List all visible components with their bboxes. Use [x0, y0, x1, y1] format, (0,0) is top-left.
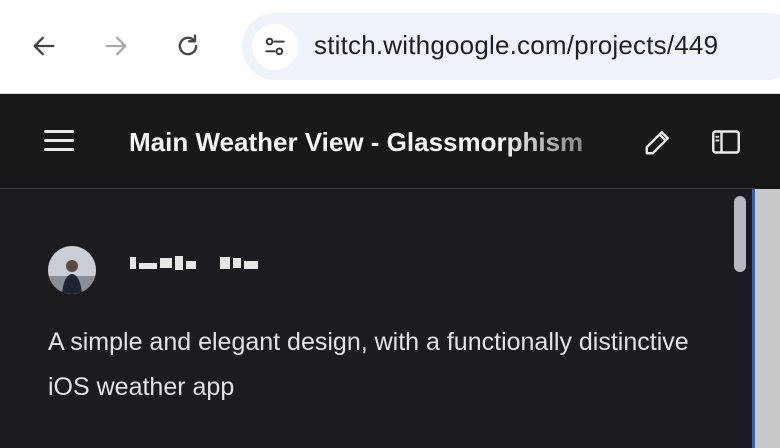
- page-title: Main Weather View - Glassmorphism: [129, 127, 584, 157]
- menu-button[interactable]: [40, 124, 80, 158]
- scrollbar-thumb[interactable]: [734, 196, 746, 272]
- edit-button[interactable]: [640, 124, 676, 160]
- url-text[interactable]: stitch.withgoogle.com/projects/449: [314, 30, 718, 61]
- reload-icon: [178, 34, 198, 56]
- app-header: Main Weather View - Glassmorphism: [0, 94, 780, 189]
- redaction-block: [244, 261, 258, 269]
- redaction-block: [220, 257, 230, 269]
- author-name-redacted: [130, 251, 258, 275]
- redaction-block: [160, 258, 172, 268]
- redaction-block: [175, 256, 183, 270]
- tune-icon: [265, 37, 285, 56]
- toggle-panel-button[interactable]: [708, 124, 744, 160]
- hamburger-line: [44, 139, 74, 142]
- reload-button[interactable]: [166, 24, 210, 68]
- profile-photo: [48, 246, 96, 294]
- redaction-block: [186, 261, 196, 269]
- project-description: A simple and elegant design, with a func…: [48, 328, 689, 401]
- arrow-left-icon: [33, 36, 55, 56]
- pencil-icon: [645, 131, 669, 155]
- arrow-right-icon: [105, 36, 127, 56]
- back-button[interactable]: [22, 24, 66, 68]
- browser-toolbar: stitch.withgoogle.com/projects/449: [0, 0, 780, 93]
- adjacent-panel: [755, 189, 780, 448]
- forward-button[interactable]: [94, 24, 138, 68]
- redaction-block: [139, 263, 157, 269]
- hamburger-menu-icon: [44, 130, 74, 133]
- redaction-block: [130, 257, 136, 269]
- site-info-button[interactable]: [252, 24, 298, 70]
- avatar[interactable]: [48, 246, 96, 294]
- redaction-block: [233, 258, 241, 268]
- address-bar[interactable]: stitch.withgoogle.com/projects/449: [242, 13, 780, 80]
- sidebar-panel-icon: [712, 130, 740, 154]
- project-details: A simple and elegant design, with a func…: [0, 189, 755, 448]
- hamburger-line: [44, 148, 74, 151]
